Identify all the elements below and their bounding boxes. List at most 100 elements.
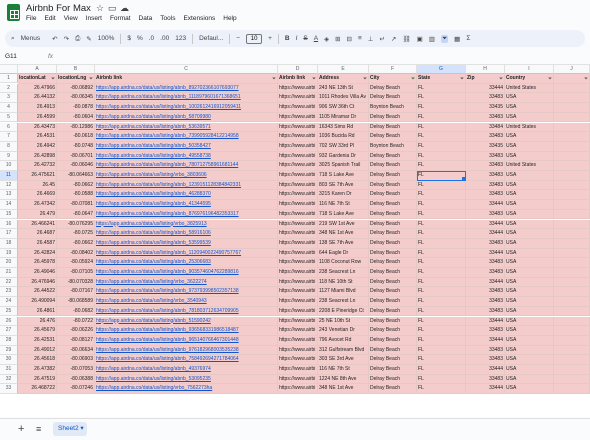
chart-icon[interactable]: ▥: [429, 35, 435, 43]
airbnb-link-cell[interactable]: https://www.airbi: [278, 355, 318, 365]
airbnb-link-cell[interactable]: https://www.airbi: [278, 141, 318, 152]
table-cell[interactable]: United States: [505, 83, 554, 94]
table-cell[interactable]: 33483: [466, 190, 505, 201]
table-cell[interactable]: -80.076295: [57, 219, 95, 230]
airbnb-link-cell[interactable]: https://www.airbi: [278, 345, 318, 356]
table-cell[interactable]: 33483: [466, 355, 505, 365]
table-cell[interactable]: Delray Beach: [369, 248, 417, 259]
row-header[interactable]: 12: [0, 180, 18, 191]
airbnb-link-cell[interactable]: https://www.airbi: [278, 384, 318, 395]
airbnb-link-cell[interactable]: https://www.airbi: [278, 326, 318, 336]
column-title-cell[interactable]: Zip ⏷: [466, 74, 505, 84]
row-header[interactable]: 8: [0, 141, 18, 152]
table-cell[interactable]: 33483: [466, 297, 505, 307]
table-cell[interactable]: FL: [417, 112, 466, 123]
table-cell[interactable]: 33483: [466, 238, 505, 249]
airbnb-link-cell[interactable]: https://www.airbi: [278, 83, 318, 94]
table-cell[interactable]: Delray Beach: [369, 355, 417, 365]
row-header[interactable]: 24: [0, 297, 18, 307]
table-cell[interactable]: 26.44522: [18, 287, 57, 298]
table-cell[interactable]: 26.42531: [18, 335, 57, 346]
filter-dropdown-icon[interactable]: ⏷: [363, 75, 367, 83]
table-cell[interactable]: Delray Beach: [369, 200, 417, 210]
airdna-link-cell[interactable]: https://app.airdna.co/data/us/listing/ab…: [95, 268, 278, 278]
menu-item[interactable]: Extensions: [183, 15, 215, 25]
table-cell[interactable]: FL: [417, 132, 466, 142]
airbnb-link-cell[interactable]: https://www.airbi: [278, 258, 318, 268]
table-cell[interactable]: -80.070328: [57, 277, 95, 288]
airdna-link-cell[interactable]: https://app.airdna.co/data/us/listing/ab…: [95, 258, 278, 268]
table-cell[interactable]: [554, 112, 590, 123]
airdna-link-cell[interactable]: https://app.airdna.co/data/us/listing/vr…: [95, 219, 278, 230]
filter-dropdown-icon[interactable]: ⏷: [89, 75, 93, 83]
airdna-link-cell[interactable]: https://app.airdna.co/data/us/listing/ab…: [95, 306, 278, 317]
menu-item[interactable]: File: [26, 15, 36, 25]
airbnb-link-cell[interactable]: https://www.airbi: [278, 248, 318, 259]
table-cell[interactable]: 33444: [466, 384, 505, 395]
add-sheet-icon[interactable]: +: [18, 423, 24, 435]
table-cell[interactable]: [554, 132, 590, 142]
table-cell[interactable]: FL: [417, 238, 466, 249]
table-cell[interactable]: -80.0647: [57, 209, 95, 220]
row-header[interactable]: 14: [0, 200, 18, 210]
column-header[interactable]: F: [369, 65, 417, 74]
airdna-link-cell[interactable]: https://app.airdna.co/data/us/listing/ab…: [95, 161, 278, 171]
table-cell[interactable]: 906 SW 36th Ct: [318, 103, 369, 113]
table-cell[interactable]: Delray Beach: [369, 258, 417, 268]
table-cell[interactable]: Delray Beach: [369, 190, 417, 201]
airbnb-link-cell[interactable]: https://www.airbi: [278, 132, 318, 142]
table-cell[interactable]: 33444: [466, 365, 505, 375]
table-cell[interactable]: USA: [505, 219, 554, 230]
table-cell[interactable]: -80.0722: [57, 316, 95, 327]
table-cell[interactable]: 26.45978: [18, 258, 57, 268]
table-cell[interactable]: 26.42732: [18, 161, 57, 171]
airbnb-link-cell[interactable]: https://www.airbi: [278, 93, 318, 104]
table-cell[interactable]: FL: [417, 200, 466, 210]
menu-item[interactable]: View: [64, 15, 78, 25]
column-header[interactable]: I: [505, 65, 554, 74]
table-cell[interactable]: 26.47966: [18, 83, 57, 94]
font-size-decrease-icon[interactable]: −: [236, 35, 240, 42]
airdna-link-cell[interactable]: https://app.airdna.co/data/us/listing/ab…: [95, 132, 278, 142]
table-cell[interactable]: -80.068589: [57, 297, 95, 307]
table-cell[interactable]: -80.064663: [57, 171, 95, 181]
table-cell[interactable]: 26.466241: [18, 219, 57, 230]
table-cell[interactable]: 26.4687: [18, 229, 57, 239]
table-cell[interactable]: -80.07105: [57, 268, 95, 278]
table-cell[interactable]: FL: [417, 306, 466, 317]
table-cell[interactable]: FL: [417, 103, 466, 113]
airdna-link-cell[interactable]: https://app.airdna.co/data/us/listing/ab…: [95, 200, 278, 210]
airbnb-link-cell[interactable]: https://www.airbi: [278, 306, 318, 317]
row-header[interactable]: 16: [0, 219, 18, 230]
table-cell[interactable]: 33444: [466, 335, 505, 346]
table-cell[interactable]: [554, 258, 590, 268]
table-cell[interactable]: 116 NE 7th St: [318, 365, 369, 375]
table-cell[interactable]: FL: [417, 171, 466, 181]
menu-item[interactable]: Tools: [160, 15, 175, 25]
table-cell[interactable]: [554, 384, 590, 395]
table-cell[interactable]: USA: [505, 365, 554, 375]
table-cell[interactable]: USA: [505, 151, 554, 162]
table-cell[interactable]: USA: [505, 277, 554, 288]
table-cell[interactable]: Boynton Beach: [369, 103, 417, 113]
row-header[interactable]: 6: [0, 122, 18, 133]
table-cell[interactable]: Delray Beach: [369, 306, 417, 317]
table-cell[interactable]: 718 S Lake Ave: [318, 171, 369, 181]
table-cell[interactable]: FL: [417, 93, 466, 104]
row-header[interactable]: 7: [0, 132, 18, 142]
airbnb-link-cell[interactable]: https://www.airbi: [278, 365, 318, 375]
table-cell[interactable]: [554, 83, 590, 94]
table-cell[interactable]: -80.07167: [57, 287, 95, 298]
number-format-button[interactable]: 123: [175, 35, 186, 42]
table-cell[interactable]: -80.06903: [57, 355, 95, 365]
table-cell[interactable]: 26.49046: [18, 268, 57, 278]
table-cell[interactable]: USA: [505, 335, 554, 346]
decrease-decimal-button[interactable]: .0: [149, 35, 154, 42]
row-header[interactable]: 11: [0, 171, 18, 181]
table-cell[interactable]: -80.0725: [57, 229, 95, 239]
fill-color-icon[interactable]: ◈: [324, 35, 329, 43]
table-cell[interactable]: FL: [417, 248, 466, 259]
row-header[interactable]: 18: [0, 238, 18, 249]
table-cell[interactable]: 3025 Spanish Trail: [318, 161, 369, 171]
table-cell[interactable]: -80.0682: [57, 306, 95, 317]
